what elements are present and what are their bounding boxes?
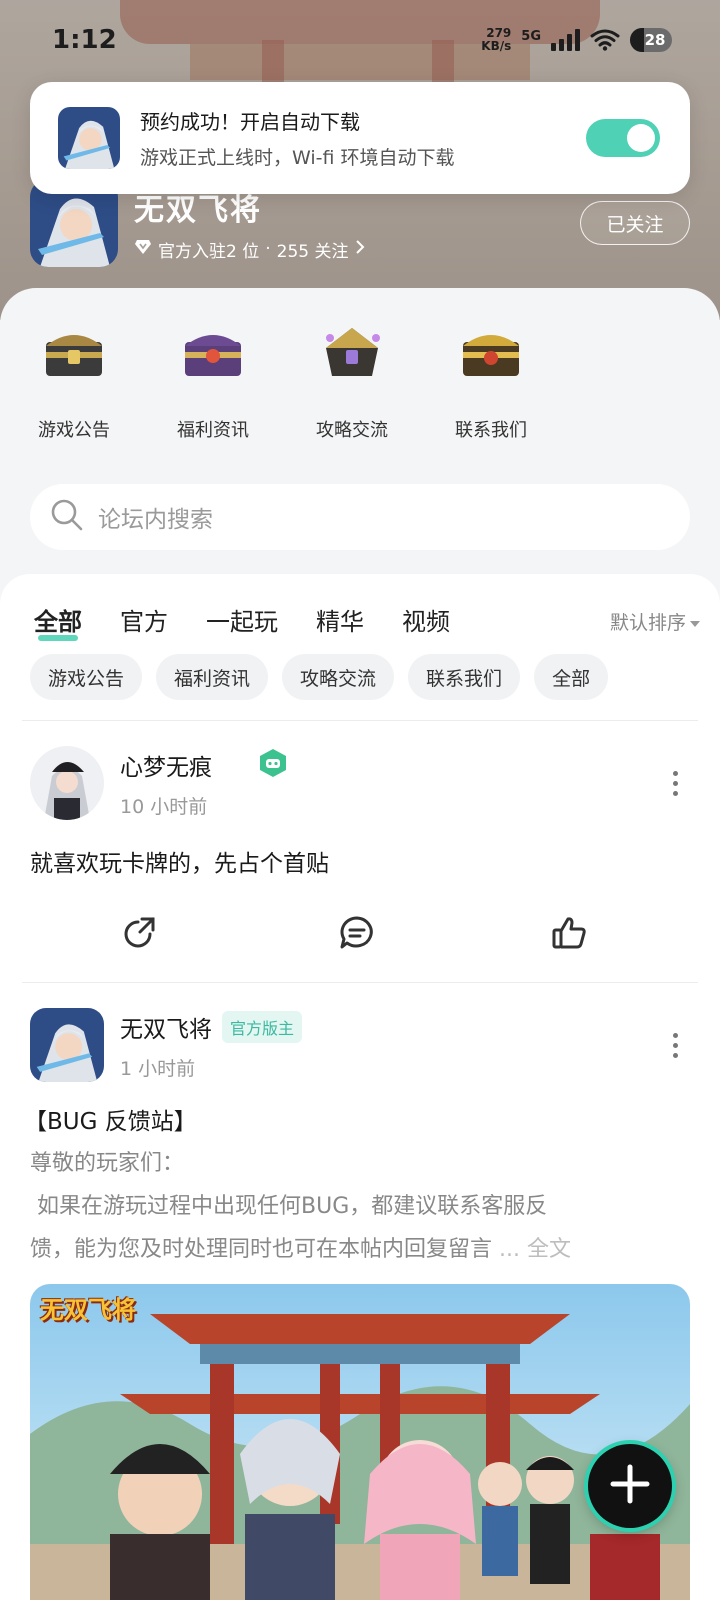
quick-nav: 游戏公告 福利资讯 攻略交流 联系我们 — [0, 318, 720, 448]
gamepad-badge-icon — [258, 748, 288, 782]
tab-official[interactable]: 官方 — [120, 602, 168, 637]
post-time: 10 小时前 — [120, 795, 208, 818]
quick-nav-guides[interactable]: 攻略交流 — [287, 318, 417, 442]
caret-down-icon — [690, 611, 700, 633]
forum-search-input[interactable]: 论坛内搜索 — [30, 484, 690, 550]
wifi-icon — [590, 29, 620, 51]
share-icon[interactable] — [120, 914, 160, 954]
read-more-link[interactable]: 全文 — [527, 1237, 571, 1262]
chip-all[interactable]: 全部 — [534, 654, 609, 700]
network-speed: 279 KB/s — [481, 26, 512, 53]
quick-nav-announcements[interactable]: 游戏公告 — [9, 318, 139, 442]
post-excerpt[interactable]: 尊敬的玩家们： 如果在游玩过程中出现任何BUG，都建议联系客服反 馈，能为您及时… — [30, 1142, 670, 1271]
network-type: 5G — [521, 29, 541, 44]
treasure-chest-icon — [455, 318, 527, 390]
author-name[interactable]: 无双飞将 — [120, 1010, 212, 1044]
plus-icon — [609, 1463, 651, 1509]
reservation-toast: 预约成功！开启自动下载 游戏正式上线时，Wi-fi 环境自动下载 — [30, 82, 690, 194]
game-meta[interactable]: 官方入驻2 位 · 255 关注 — [134, 237, 365, 262]
post-title[interactable]: 【BUG 反馈站】 — [24, 1102, 197, 1136]
chip-welfare[interactable]: 福利资讯 — [156, 654, 269, 700]
battery-icon: 28 — [630, 28, 672, 52]
tab-featured[interactable]: 精华 — [316, 602, 364, 637]
chip-guides[interactable]: 攻略交流 — [282, 654, 395, 700]
post-content[interactable]: 就喜欢玩卡牌的，先占个首贴 — [30, 844, 329, 878]
more-options-button[interactable] — [660, 1032, 690, 1058]
sort-dropdown[interactable]: 默认排序 — [610, 608, 700, 635]
status-bar: 1:12 279 KB/s 5G 28 — [0, 0, 720, 80]
post-actions — [0, 914, 720, 954]
avatar[interactable] — [30, 746, 104, 820]
chevron-right-icon — [355, 239, 365, 260]
forum-sheet: 游戏公告 福利资讯 攻略交流 联系我们 论坛内搜索 全部 官方 一起玩 精华 视… — [0, 288, 720, 1600]
search-icon — [50, 498, 84, 536]
tab-video[interactable]: 视频 — [402, 602, 450, 637]
banner-game-logo: 无双飞将 — [40, 1296, 136, 1324]
like-icon[interactable] — [550, 914, 590, 954]
chip-announcements[interactable]: 游戏公告 — [30, 654, 143, 700]
category-chips: 游戏公告 福利资讯 攻略交流 联系我们 全部 — [30, 654, 609, 700]
diamond-icon — [134, 239, 152, 260]
feed-tabs: 全部 官方 一起玩 精华 视频 — [34, 602, 488, 641]
status-time: 1:12 — [52, 25, 117, 55]
treasure-chest-icon — [38, 318, 110, 390]
cell-signal-icon — [551, 29, 580, 51]
tab-all[interactable]: 全部 — [34, 602, 82, 641]
treasure-chest-icon — [177, 318, 249, 390]
chip-contact[interactable]: 联系我们 — [408, 654, 521, 700]
post-time: 1 小时前 — [120, 1057, 196, 1080]
tab-play-together[interactable]: 一起玩 — [206, 602, 278, 637]
avatar[interactable] — [30, 1008, 104, 1082]
auto-download-toggle[interactable] — [586, 119, 660, 157]
post-banner-image[interactable]: 无双飞将 — [30, 1284, 690, 1600]
divider — [22, 720, 698, 721]
more-options-button[interactable] — [660, 770, 690, 796]
quick-nav-contact[interactable]: 联系我们 — [426, 318, 556, 442]
game-icon — [58, 107, 120, 169]
follow-button[interactable]: 已关注 — [580, 201, 690, 245]
toast-subtitle: 游戏正式上线时，Wi-fi 环境自动下载 — [140, 147, 455, 169]
author-name[interactable]: 心梦无痕 — [120, 748, 212, 782]
comment-icon[interactable] — [338, 914, 378, 954]
toast-title: 预约成功！开启自动下载 — [140, 110, 360, 134]
treasure-chest-icon — [316, 318, 388, 390]
search-placeholder: 论坛内搜索 — [98, 507, 213, 533]
official-moderator-badge: 官方版主 — [222, 1010, 303, 1043]
quick-nav-welfare[interactable]: 福利资讯 — [148, 318, 278, 442]
create-post-button[interactable] — [588, 1444, 672, 1528]
divider — [22, 982, 698, 983]
